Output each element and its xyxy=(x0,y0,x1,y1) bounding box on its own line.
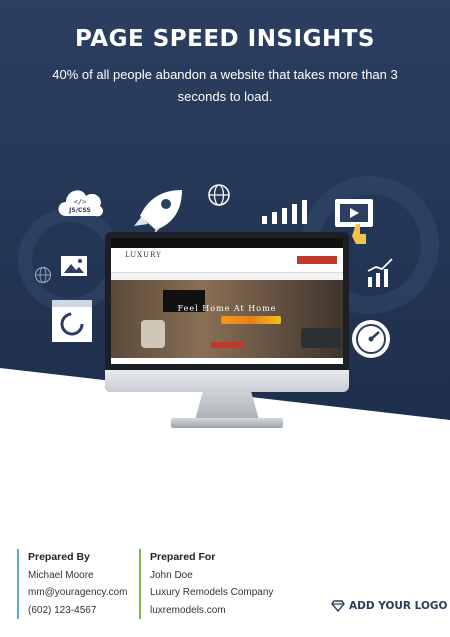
prepared-for-website: luxremodels.com xyxy=(150,604,226,616)
globe-small-icon xyxy=(34,266,52,284)
speedometer-icon xyxy=(352,320,390,358)
js-css-cloud-icon: </> JS/CSS xyxy=(58,190,103,217)
bar-chart-icon xyxy=(262,200,307,224)
website-topbar xyxy=(111,238,343,248)
website-header: LUXURY xyxy=(111,248,343,273)
page-subtitle: 40% of all people abandon a website that… xyxy=(52,67,398,104)
footer: Prepared By Michael Moore mm@youragency.… xyxy=(0,545,450,637)
fireplace-shape xyxy=(221,316,281,324)
diamond-icon xyxy=(331,600,345,613)
website-headline: Feel Home At Home xyxy=(177,304,277,313)
prepared-for-column: Prepared For John Doe Luxury Remodels Co… xyxy=(139,549,273,619)
svg-text:</>: </> xyxy=(74,198,87,206)
prepared-by-heading: Prepared By xyxy=(28,551,90,563)
logo-placeholder: ADD YOUR LOGO xyxy=(331,600,448,613)
monitor-stand xyxy=(195,392,259,420)
website-cta-button xyxy=(297,256,337,264)
monitor-chin xyxy=(105,370,349,392)
svg-text:JS/CSS: JS/CSS xyxy=(68,207,91,214)
prepared-for-heading: Prepared For xyxy=(150,551,216,563)
loading-circle-icon xyxy=(52,300,92,342)
chair-shape xyxy=(141,320,165,348)
prepared-for-company: Luxury Remodels Company xyxy=(150,587,274,598)
image-icon xyxy=(61,256,87,276)
globe-icon xyxy=(208,184,230,206)
rocket-icon xyxy=(134,190,182,234)
prepared-by-phone: (602) 123-4567 xyxy=(28,604,97,616)
trend-chart-icon xyxy=(367,258,393,287)
prepared-by-name: Michael Moore xyxy=(28,569,94,581)
prepared-by-email: mm@youragency.com xyxy=(28,587,128,598)
monitor-bezel: LUXURY Feel Home At Home xyxy=(105,232,349,392)
prepared-by-column: Prepared By Michael Moore mm@youragency.… xyxy=(17,549,127,619)
website-preview: LUXURY Feel Home At Home xyxy=(111,238,343,364)
cursor-hand-icon xyxy=(352,224,366,244)
website-logo: LUXURY xyxy=(125,251,162,259)
page-title: PAGE SPEED INSIGHTS xyxy=(75,26,375,52)
logo-placeholder-text: ADD YOUR LOGO xyxy=(349,600,448,612)
website-hero-button xyxy=(211,342,243,348)
sofa-shape xyxy=(301,328,341,348)
monitor: LUXURY Feel Home At Home xyxy=(105,232,349,432)
prepared-for-name: John Doe xyxy=(150,569,193,581)
monitor-base xyxy=(171,418,283,428)
website-hero-image: Feel Home At Home xyxy=(111,280,343,358)
